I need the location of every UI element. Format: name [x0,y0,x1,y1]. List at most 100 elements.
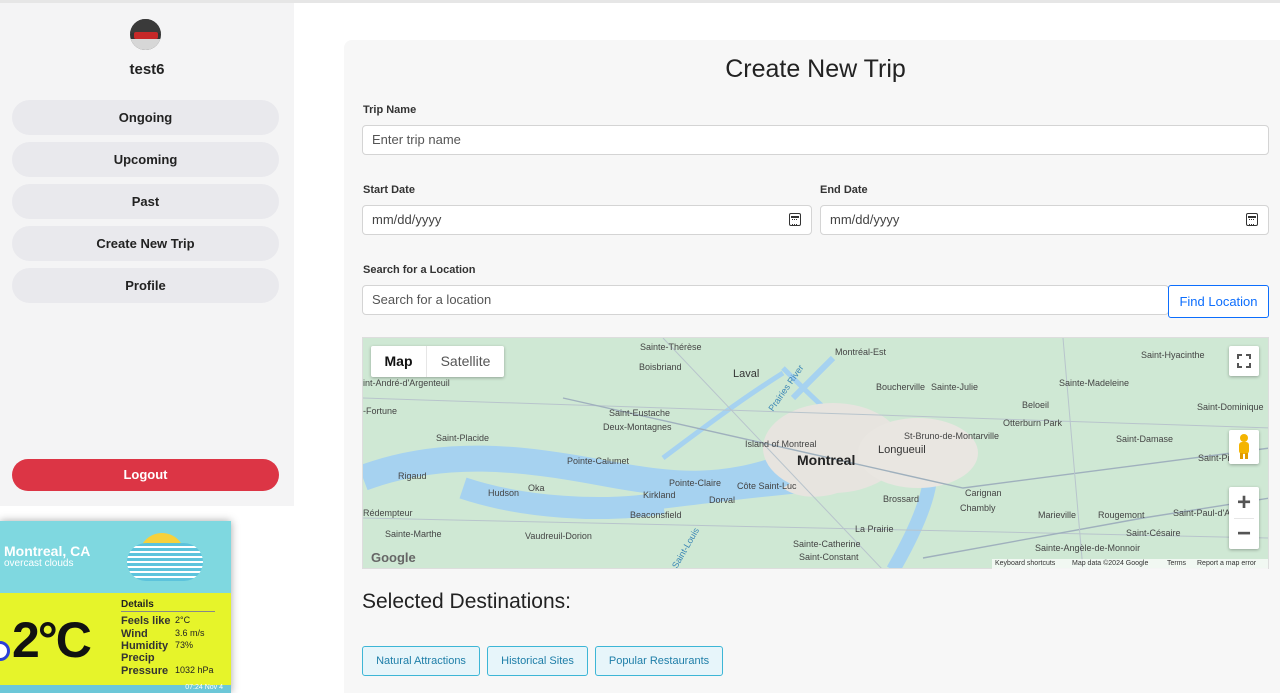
detail-label: Precip [121,652,155,664]
map-label-kirkland: Kirkland [643,490,676,500]
popular-restaurants-button[interactable]: Popular Restaurants [595,646,723,676]
weather-time: 07:24 Nov 4 [185,684,223,691]
map-label-saint-eustache: Saint-Eustache [609,408,671,418]
weather-widget: Montreal, CA overcast clouds 2°C Details… [0,521,231,693]
weather-header: Montreal, CA overcast clouds [0,521,231,593]
logout-button[interactable]: Logout [12,459,279,491]
sidebar-item-profile[interactable]: Profile [12,268,279,303]
page-title: Create New Trip [725,55,906,83]
map-label-hudson: Hudson [488,488,520,498]
map-label-dorval: Dorval [709,495,736,505]
map-label-saint-paul: Saint-Paul-d'A [1173,508,1231,518]
weather-temperature: 2°C [12,612,92,668]
trip-name-input[interactable]: Enter trip name [362,125,1269,155]
detail-label: Humidity [121,640,169,652]
map-label-sainte-madeleine: Sainte-Madeleine [1059,378,1130,388]
start-date-value: mm/dd/yyyy [372,212,442,227]
map-label-sainte-therese: Sainte-Thérèse [640,342,702,352]
map-label-fortune: -Fortune [363,406,398,416]
google-logo: Google [371,550,416,565]
divider [121,611,215,612]
fullscreen-icon [1237,354,1251,368]
zoom-out-button[interactable]: − [1229,519,1259,549]
map-label-marieville: Marieville [1038,510,1077,520]
terms-link[interactable]: Terms [1167,560,1186,567]
weather-description: overcast clouds [4,558,74,569]
map-label-island-of-montreal: Island of Montreal [745,439,817,449]
map-label-vaudreuil-dorion: Vaudreuil-Dorion [525,531,592,541]
calendar-icon[interactable] [789,213,801,226]
selected-destinations-heading: Selected Destinations: [362,590,571,613]
map-label-sainte-catherine: Sainte-Catherine [793,539,861,549]
map-label-montreal-est: Montréal-Est [835,347,887,357]
username: test6 [129,61,165,78]
weather-toggle-icon[interactable] [0,641,10,661]
map-label-oka: Oka [528,483,545,493]
report-map-error-link[interactable]: Report a map error [1197,560,1256,567]
map-label-sainte-angele: Sainte-Angèle-de-Monnoir [1035,543,1141,553]
street-view-pegman[interactable] [1229,430,1259,464]
map-label-deux-montagnes: Deux-Montagnes [603,422,672,432]
location-search-input[interactable]: Search for a location [362,285,1169,315]
map-attribution: Keyboard shortcuts Map data ©2024 Google… [992,559,1268,569]
start-date-label: Start Date [363,184,415,196]
end-date-input[interactable]: mm/dd/yyyy [820,205,1269,235]
map-type-map-button[interactable]: Map [371,346,426,377]
map-label-saint-andre: int-André-d'Argenteuil [363,378,450,388]
natural-attractions-button[interactable]: Natural Attractions [362,646,480,676]
map-label-montreal: Montreal [797,452,856,468]
map-type-satellite-button[interactable]: Satellite [426,346,504,377]
sidebar-item-create-new-trip[interactable]: Create New Trip [12,226,279,261]
weather-body: 2°C Details Feels like 2°C Wind 3.6 m/s … [0,593,231,693]
detail-label: Wind [121,628,148,640]
detail-label: Pressure [121,665,169,677]
map-label-saint-placide: Saint-Placide [436,433,490,443]
map-label-saint-dominique: Saint-Dominique [1197,402,1264,412]
trip-name-label: Trip Name [363,104,417,116]
keyboard-shortcuts-link[interactable]: Keyboard shortcuts [995,560,1055,567]
map-label-pointe-claire: Pointe-Claire [669,478,722,488]
find-location-button[interactable]: Find Location [1168,285,1269,318]
weather-city: Montreal, CA [4,543,91,559]
sidebar-item-upcoming[interactable]: Upcoming [12,142,279,177]
detail-value: 1032 hPa [175,665,214,675]
zoom-control: + − [1229,487,1259,549]
map-label-longueuil: Longueuil [878,444,926,456]
map-label-saint-damase: Saint-Damase [1116,434,1174,444]
end-date-label: End Date [820,184,868,196]
map-label-saint-hyacinthe: Saint-Hyacinthe [1141,350,1205,360]
map-data-text: Map data ©2024 Google [1072,560,1149,567]
sidebar-item-past[interactable]: Past [12,184,279,219]
fullscreen-button[interactable] [1229,346,1259,376]
map-label-boucherville: Boucherville [876,382,926,392]
search-location-label: Search for a Location [363,264,476,276]
cloud-icon [127,543,203,581]
map-type-control: Map Satellite [371,346,504,377]
map-label-la-prairie: La Prairie [855,524,894,534]
start-date-input[interactable]: mm/dd/yyyy [362,205,812,235]
map-label-beloeil: Beloeil [1022,400,1050,410]
end-date-value: mm/dd/yyyy [830,212,900,227]
map-label-carignan: Carignan [965,488,1002,498]
detail-value: 2°C [175,615,191,625]
map-label-cote-saint-luc: Côte Saint-Luc [737,481,797,491]
map-label-rigaud: Rigaud [398,471,427,481]
map-label-saint-constant: Saint-Constant [799,552,859,562]
weather-footer: 07:24 Nov 4 [0,684,231,693]
calendar-icon[interactable] [1246,213,1258,226]
map-label-beaconsfield: Beaconsfield [630,510,682,520]
map-label-sainte-julie: Sainte-Julie [931,382,979,392]
historical-sites-button[interactable]: Historical Sites [487,646,588,676]
map-label-saint-bruno: St-Bruno-de-Montarville [904,431,1000,441]
map-label-sainte-marthe: Sainte-Marthe [385,529,442,539]
detail-value: 3.6 m/s [175,628,205,638]
pegman-icon [1239,434,1249,459]
map-label-redempteur: Rédempteur [363,508,413,518]
map-label-otterburn-park: Otterburn Park [1003,418,1063,428]
map-label-boisbriand: Boisbriand [639,362,682,372]
sidebar-item-ongoing[interactable]: Ongoing [12,100,279,135]
zoom-in-button[interactable]: + [1229,487,1259,518]
avatar[interactable] [130,19,161,50]
map-label-brossard: Brossard [883,494,920,504]
detail-label: Feels like [121,615,171,627]
